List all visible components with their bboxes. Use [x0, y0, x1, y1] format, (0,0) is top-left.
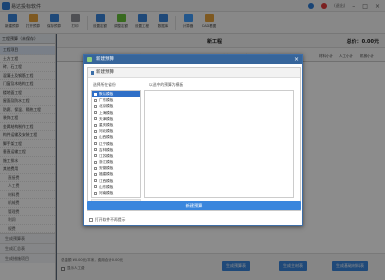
- create-budget-button[interactable]: 新建预算: [87, 201, 301, 210]
- dialog-tabs: 选择所在省份 以选中的预算为模板: [91, 81, 298, 89]
- tab-province[interactable]: 选择所在省份: [93, 82, 116, 88]
- radio-icon: [94, 92, 97, 96]
- dialog-app-icon: [87, 57, 92, 62]
- checkbox-box[interactable]: [89, 218, 93, 222]
- radio-icon: [94, 173, 97, 177]
- radio-icon: [94, 98, 97, 102]
- radio-icon: [94, 111, 97, 115]
- province-item[interactable]: 河南模板: [92, 190, 140, 196]
- province-list: 默认模板 广东模板 北京模板 上海模板 天津模板 重庆模板 河北模板 山西模板 …: [91, 90, 141, 198]
- radio-icon: [94, 185, 97, 189]
- radio-icon: [94, 191, 97, 195]
- radio-icon: [94, 154, 97, 158]
- radio-icon: [94, 166, 97, 170]
- radio-icon: [94, 160, 97, 164]
- new-budget-dialog: 新建预算 × 新建预算 选择所在省份 以选中的预算为模板 默认模板 广东模板 北…: [83, 54, 303, 226]
- dialog-title: 新建预算: [96, 57, 114, 62]
- checkbox-label: 打开软件不再提示: [95, 217, 126, 222]
- dialog-close-button[interactable]: ×: [294, 55, 299, 64]
- template-preview-box[interactable]: [144, 90, 294, 198]
- radio-icon: [94, 123, 97, 127]
- dialog-section-title: 新建预算: [88, 68, 300, 78]
- radio-icon: [94, 179, 97, 183]
- tab-template[interactable]: 以选中的预算为模板: [149, 82, 183, 88]
- dialog-body: 新建预算 选择所在省份 以选中的预算为模板 默认模板 广东模板 北京模板 上海模…: [87, 67, 301, 211]
- radio-icon: [94, 148, 97, 152]
- no-prompt-checkbox[interactable]: 打开软件不再提示: [89, 217, 125, 223]
- radio-icon: [94, 142, 97, 146]
- dialog-titlebar: 新建预算 ×: [84, 55, 302, 64]
- radio-icon: [94, 117, 97, 121]
- radio-icon: [94, 129, 97, 133]
- radio-icon: [94, 104, 97, 108]
- radio-icon: [94, 135, 97, 139]
